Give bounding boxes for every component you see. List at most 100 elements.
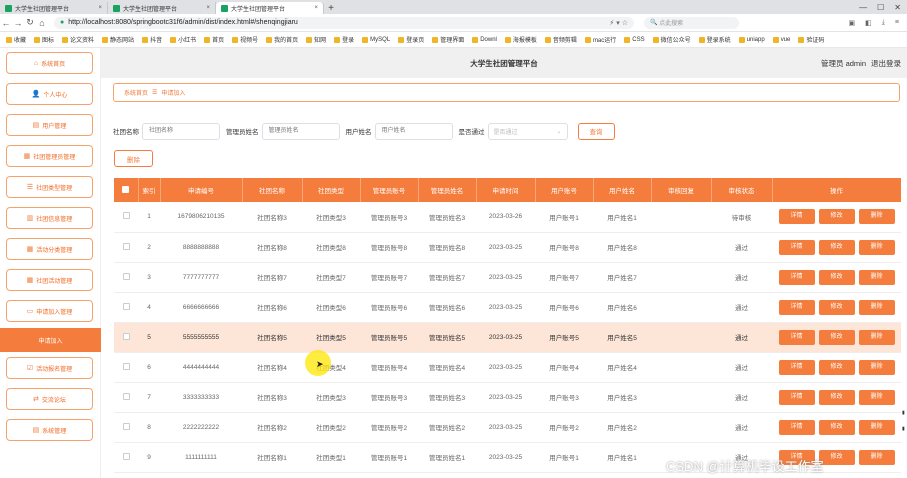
url-field[interactable]: ● http://localhost:8080/springbootc31f6/… — [54, 16, 634, 29]
sidebar-item[interactable]: ⌂ 系统首页 — [6, 52, 93, 74]
bookmark-item[interactable]: MySQL — [362, 36, 390, 43]
bookmark-item[interactable]: 登录 — [334, 35, 354, 44]
row-checkbox[interactable] — [114, 442, 138, 473]
bookmark-item[interactable]: 小红书 — [170, 35, 196, 44]
table-row[interactable]: 8 2222222222 社团名称2 社团类型2 管理员账号2 管理员姓名2 2023-03… — [114, 412, 901, 443]
row-delete-button[interactable]: 删除 — [858, 239, 895, 255]
bookmark-item[interactable]: vue — [772, 36, 790, 43]
sidebar-item[interactable]: ▦ 社团管理员管理 — [6, 145, 93, 167]
row-delete-button[interactable]: 删除 — [858, 419, 895, 435]
back-icon[interactable]: ← — [0, 18, 12, 28]
bookmark-item[interactable]: 知网 — [306, 35, 326, 44]
row-delete-button[interactable]: 删除 — [858, 269, 895, 285]
row-detail-button[interactable]: 详情 — [778, 329, 815, 345]
sidebar-item[interactable]: 👤 个人中心 — [6, 83, 93, 105]
browser-search-input[interactable]: 🔍 点此搜索 — [644, 16, 739, 29]
sidebar-item[interactable]: ▥ 社团信息管理 — [6, 207, 93, 229]
bookmark-item[interactable]: 登录页 — [398, 35, 424, 44]
sidebar-item[interactable]: ☑ 活动报名管理 — [6, 357, 93, 379]
bookmark-item[interactable]: 海报模板 — [504, 35, 537, 44]
bookmark-item[interactable]: Downl — [472, 36, 497, 43]
row-delete-button[interactable]: 删除 — [858, 299, 895, 315]
select-all-checkbox[interactable] — [114, 178, 139, 202]
table-row[interactable]: 6 4444444444 社团名称4 社团类型4 管理员账号4 管理员姓名4 2023-03… — [114, 352, 901, 383]
row-checkbox[interactable] — [114, 352, 138, 383]
extension-icon[interactable]: ◧ — [865, 19, 872, 27]
bookmark-item[interactable]: 抖音 — [142, 35, 162, 44]
table-row[interactable]: 4 6666666666 社团名称6 社团类型6 管理员账号6 管理员姓名6 2023-03… — [114, 292, 901, 323]
user-name-input[interactable] — [374, 122, 453, 140]
table-row[interactable]: 2 8888888888 社团名称8 社团类型8 管理员账号8 管理员姓名8 2023-03… — [114, 232, 901, 263]
sidebar-item[interactable]: ▦ 活动分类管理 — [6, 238, 93, 260]
sidebar-item[interactable]: 申请加入 — [0, 328, 101, 352]
bookmark-item[interactable]: 音频剪辑 — [544, 35, 577, 44]
sidebar-item[interactable]: ☰ 社团类型管理 — [6, 176, 93, 198]
manager-name-input[interactable] — [261, 122, 340, 140]
bookmark-item[interactable]: 论文资料 — [62, 35, 94, 44]
club-name-input[interactable] — [142, 122, 220, 140]
row-delete-button[interactable]: 删除 — [858, 329, 895, 345]
bookmark-item[interactable]: 登录系统 — [698, 35, 731, 44]
close-icon[interactable]: × — [98, 5, 102, 11]
row-checkbox[interactable] — [114, 322, 138, 353]
sidebar-item[interactable]: ▦ 社团活动管理 — [6, 269, 93, 291]
row-edit-button[interactable]: 修改 — [818, 299, 855, 315]
row-edit-button[interactable]: 修改 — [818, 329, 855, 345]
passed-select[interactable]: 是否通过 ⌄ — [487, 122, 568, 140]
row-edit-button[interactable]: 修改 — [818, 269, 855, 285]
row-edit-button[interactable]: 修改 — [818, 209, 855, 225]
close-window-icon[interactable]: ✕ — [894, 3, 901, 12]
bookmark-item[interactable]: 图标 — [34, 35, 54, 44]
row-checkbox[interactable] — [114, 202, 138, 233]
url-actions-icon[interactable]: ⚡ ▾ ☆ — [609, 19, 634, 27]
row-edit-button[interactable]: 修改 — [818, 359, 855, 375]
close-icon[interactable]: × — [206, 5, 210, 11]
menu-icon[interactable]: ≡ — [895, 19, 899, 27]
browser-tab-active[interactable]: 大学生社团管理平台 × — [216, 2, 324, 14]
table-row[interactable]: 7 3333333333 社团名称3 社团类型3 管理员账号3 管理员姓名3 2023-03… — [114, 382, 901, 413]
query-button[interactable]: 查询 — [577, 122, 615, 140]
batch-delete-button[interactable]: 删除 — [114, 150, 153, 167]
row-edit-button[interactable]: 修改 — [818, 419, 855, 435]
bookmark-item[interactable]: 微信公众号 — [652, 35, 691, 44]
row-detail-button[interactable]: 详情 — [778, 239, 815, 255]
browser-tab[interactable]: 大学生社团管理平台 × — [108, 2, 216, 14]
browser-tab[interactable]: 大学生社团管理平台 × — [0, 2, 108, 14]
row-delete-button[interactable]: 删除 — [858, 209, 895, 225]
table-row[interactable]: 1 1679806210135 社团名称3 社团类型3 管理员账号3 管理员姓名3 2023… — [114, 202, 901, 233]
bookmark-item[interactable]: 收藏 — [6, 35, 26, 44]
bookmark-item[interactable]: 静态网站 — [102, 35, 134, 44]
sidebar-item[interactable]: ⇄ 交流论坛 — [6, 388, 93, 410]
extension-icon[interactable]: ▣ — [849, 19, 856, 27]
sidebar-item[interactable]: ▭ 申请加入管理 — [6, 300, 93, 322]
bookmark-item[interactable]: uniapp — [738, 36, 765, 43]
bookmark-item[interactable]: 管理界面 — [432, 35, 464, 44]
bookmark-item[interactable]: 验证码 — [798, 35, 824, 44]
bookmark-item[interactable]: mac运行 — [584, 35, 616, 44]
reload-icon[interactable]: ↻ — [24, 17, 36, 28]
table-row[interactable]: 3 7777777777 社团名称7 社团类型7 管理员账号7 管理员姓名7 2023-03… — [114, 262, 901, 293]
row-detail-button[interactable]: 详情 — [778, 269, 815, 285]
row-checkbox[interactable] — [114, 262, 138, 293]
download-icon[interactable]: ⤓ — [882, 19, 885, 27]
row-delete-button[interactable]: 删除 — [858, 359, 895, 375]
new-tab-button[interactable]: + — [324, 3, 338, 14]
row-detail-button[interactable]: 详情 — [778, 299, 815, 315]
row-checkbox[interactable] — [114, 382, 138, 413]
forward-icon[interactable]: → — [12, 18, 24, 28]
row-detail-button[interactable]: 详情 — [778, 419, 815, 435]
bookmark-item[interactable]: 我的首页 — [266, 35, 298, 44]
table-row[interactable]: 5 5555555555 社团名称5 社团类型5 管理员账号5 管理员姓名5 2023-03… — [114, 322, 901, 353]
row-edit-button[interactable]: 修改 — [818, 239, 855, 255]
row-delete-button[interactable]: 删除 — [858, 449, 895, 465]
logout-link[interactable]: 退出登录 — [871, 58, 901, 69]
row-detail-button[interactable]: 详情 — [778, 359, 815, 375]
bookmark-item[interactable]: CSS — [624, 36, 645, 43]
bookmark-item[interactable]: 视频号 — [232, 35, 258, 44]
sidebar-item[interactable]: ▤ 系统管理 — [6, 419, 93, 441]
row-checkbox[interactable] — [114, 412, 138, 443]
breadcrumb-home[interactable]: 系统首页 — [124, 88, 148, 97]
row-detail-button[interactable]: 详情 — [778, 209, 815, 225]
sidebar-item[interactable]: ▤ 用户管理 — [6, 114, 93, 136]
row-checkbox[interactable] — [114, 232, 138, 263]
